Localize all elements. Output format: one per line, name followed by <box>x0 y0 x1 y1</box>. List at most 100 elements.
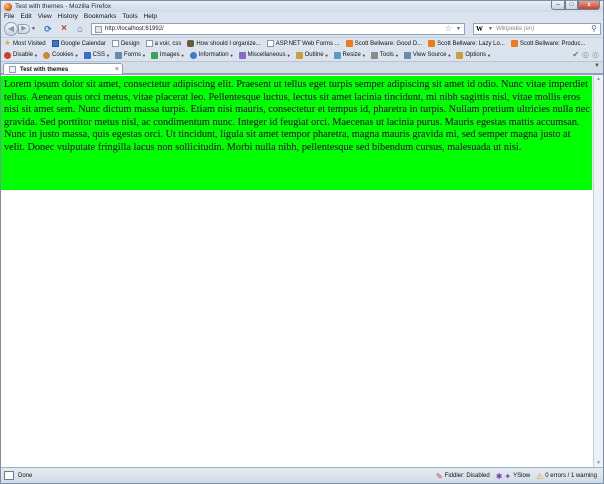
tools-icon <box>370 51 378 59</box>
search-icon[interactable]: ⚲ <box>591 24 597 34</box>
dev-view-source-menu[interactable]: View Source ▼ <box>403 51 451 59</box>
bookmark-star-icon[interactable]: ☆ <box>445 24 452 34</box>
window-controls: – □ x <box>551 1 600 10</box>
menu-bookmarks[interactable]: Bookmarks <box>84 13 117 20</box>
bookmark-scott-bellware-produc[interactable]: Scott Bellware: Produc... <box>510 40 586 47</box>
tab-favicon-icon <box>9 66 16 73</box>
firebug-icon: ✱ <box>495 471 503 481</box>
fiddler-status[interactable]: ✎ Fiddler: Disabled <box>436 472 490 481</box>
fiddler-icon: ✎ <box>435 471 443 481</box>
bookmark-most-visited[interactable]: ★ Most Visited <box>4 40 45 47</box>
history-dropdown-icon[interactable]: ▼ <box>31 26 36 32</box>
menu-help[interactable]: Help <box>144 13 157 20</box>
yslow-icon: ✦ <box>504 471 512 481</box>
blogger-icon <box>345 40 353 47</box>
back-forward-group: ◀ ▶ ▼ <box>4 22 38 36</box>
vertical-scrollbar[interactable]: ▲ ▼ <box>593 75 603 468</box>
title-bar: Test with themes - Mozilla Firefox – □ x <box>1 1 603 12</box>
site-favicon <box>95 25 102 33</box>
tab-close-icon[interactable]: × <box>115 65 119 74</box>
lorem-paragraph: Lorem ipsum dolor sit amet, consectetur … <box>4 79 590 153</box>
window-title: Test with themes - Mozilla Firefox <box>15 3 112 10</box>
close-button[interactable]: x <box>578 1 600 10</box>
dev-resize-menu[interactable]: Resize ▼ <box>333 51 366 59</box>
dev-information-menu[interactable]: Information ▼ <box>189 51 234 59</box>
checkmark-icon[interactable]: ✔ <box>572 50 579 59</box>
disable-icon <box>4 51 11 59</box>
dev-cookies-menu[interactable]: Cookies ▼ <box>42 51 79 59</box>
bookmark-google-calendar[interactable]: Google Calendar <box>51 40 106 47</box>
view-source-icon <box>403 51 411 59</box>
url-bar[interactable]: http://localhost:61992/ ☆ ▼ <box>91 23 465 35</box>
forms-icon <box>114 51 122 59</box>
back-button[interactable]: ◀ <box>4 22 18 36</box>
errors-status[interactable]: ⚠ 0 errors / 1 warning <box>536 472 597 481</box>
search-engine-dropdown-icon[interactable]: ▼ <box>488 26 493 32</box>
warning-icon: ⚠ <box>536 471 544 481</box>
menu-edit[interactable]: Edit <box>20 13 31 20</box>
page-icon <box>111 40 119 47</box>
yslow-status[interactable]: ✱ ✦ YSlow <box>496 472 530 481</box>
star-icon: ★ <box>4 40 11 47</box>
status-right-panel: ✎ Fiddler: Disabled ✱ ✦ YSlow ⚠ 0 errors / 1… <box>430 468 597 483</box>
dev-css-menu[interactable]: CSS ▼ <box>83 51 110 59</box>
home-icon[interactable]: ⌂ <box>74 23 86 35</box>
search-placeholder[interactable]: Wikipedia (en) <box>496 26 534 32</box>
bookmark-scott-bellware-lazy[interactable]: Scott Bellware: Lazy Lo... <box>428 40 505 47</box>
browser-window: Test with themes - Mozilla Firefox – □ x… <box>0 0 604 484</box>
calendar-icon <box>51 40 59 47</box>
dev-images-menu[interactable]: Images ▼ <box>150 51 185 59</box>
menu-file[interactable]: File <box>4 13 14 20</box>
cookies-icon <box>42 51 50 59</box>
tab-list-icon[interactable]: ▼ <box>594 63 600 69</box>
search-bar[interactable]: W ▼ Wikipedia (en) ⚲ <box>473 23 601 35</box>
forward-button[interactable]: ▶ <box>18 24 30 34</box>
css-status-icon[interactable]: ◎ <box>582 50 589 59</box>
dev-outline-menu[interactable]: Outline ▼ <box>295 51 329 59</box>
menu-bar: File Edit View History Bookmarks Tools H… <box>1 12 603 21</box>
options-icon <box>456 51 464 59</box>
page-icon <box>145 40 153 47</box>
menu-view[interactable]: View <box>38 13 52 20</box>
status-bar: Done ✎ Fiddler: Disabled ✱ ✦ YSlow ⚠ 0 error… <box>1 467 603 483</box>
menu-history[interactable]: History <box>58 13 78 20</box>
status-text: Done <box>18 472 33 479</box>
scroll-up-icon[interactable]: ▲ <box>594 75 603 84</box>
menu-tools[interactable]: Tools <box>122 13 137 20</box>
minimize-button[interactable]: – <box>551 1 565 10</box>
blogger-icon <box>510 40 518 47</box>
css-icon <box>83 51 91 59</box>
dev-options-menu[interactable]: Options ▼ <box>456 51 491 59</box>
resize-icon <box>333 51 341 59</box>
page-viewport: Lorem ipsum dolor sit amet, consectetur … <box>1 74 603 468</box>
dev-status-icons: ✔ ◎ ◎ <box>569 50 599 59</box>
bookmark-how-should-i-organize[interactable]: How should I organize... <box>187 40 261 47</box>
js-status-icon[interactable]: ◎ <box>592 50 599 59</box>
outline-icon <box>295 51 303 59</box>
dev-forms-menu[interactable]: Forms ▼ <box>114 51 146 59</box>
maximize-button[interactable]: □ <box>565 1 578 10</box>
firefox-icon <box>4 2 12 11</box>
reload-icon[interactable]: ⟳ <box>42 23 54 35</box>
bookmark-design[interactable]: Design <box>111 40 140 47</box>
bookmark-a-voir-css[interactable]: a voir, css <box>145 40 181 47</box>
bookmark-aspnet-web-forms[interactable]: ASP.NET Web Forms ... <box>266 40 340 47</box>
dev-miscellaneous-menu[interactable]: Miscellaneous ▼ <box>238 51 291 59</box>
miscellaneous-icon <box>238 51 246 59</box>
dev-tools-menu[interactable]: Tools ▼ <box>370 51 399 59</box>
blogger-icon <box>428 40 436 47</box>
wikipedia-icon[interactable]: W <box>476 25 488 33</box>
stop-icon[interactable]: × <box>58 23 70 35</box>
site-icon <box>187 40 195 47</box>
tab-label: Test with themes <box>20 66 69 73</box>
url-text[interactable]: http://localhost:61992/ <box>105 26 164 32</box>
themed-content-block: Lorem ipsum dolor sit amet, consectetur … <box>1 76 592 190</box>
status-page-icon <box>4 471 14 480</box>
url-dropdown-icon[interactable]: ▼ <box>456 24 461 34</box>
bookmark-scott-bellware-good[interactable]: Scott Bellware: Good D... <box>345 40 422 47</box>
dev-disable-menu[interactable]: Disable ▼ <box>4 51 38 59</box>
page-icon <box>266 40 274 47</box>
images-icon <box>150 51 158 59</box>
bookmarks-toolbar: ★ Most Visited Google Calendar Design a v… <box>1 37 603 49</box>
navigation-toolbar: ◀ ▶ ▼ ⟳ × ⌂ http://localhost:61992/ ☆ ▼ … <box>1 21 603 37</box>
